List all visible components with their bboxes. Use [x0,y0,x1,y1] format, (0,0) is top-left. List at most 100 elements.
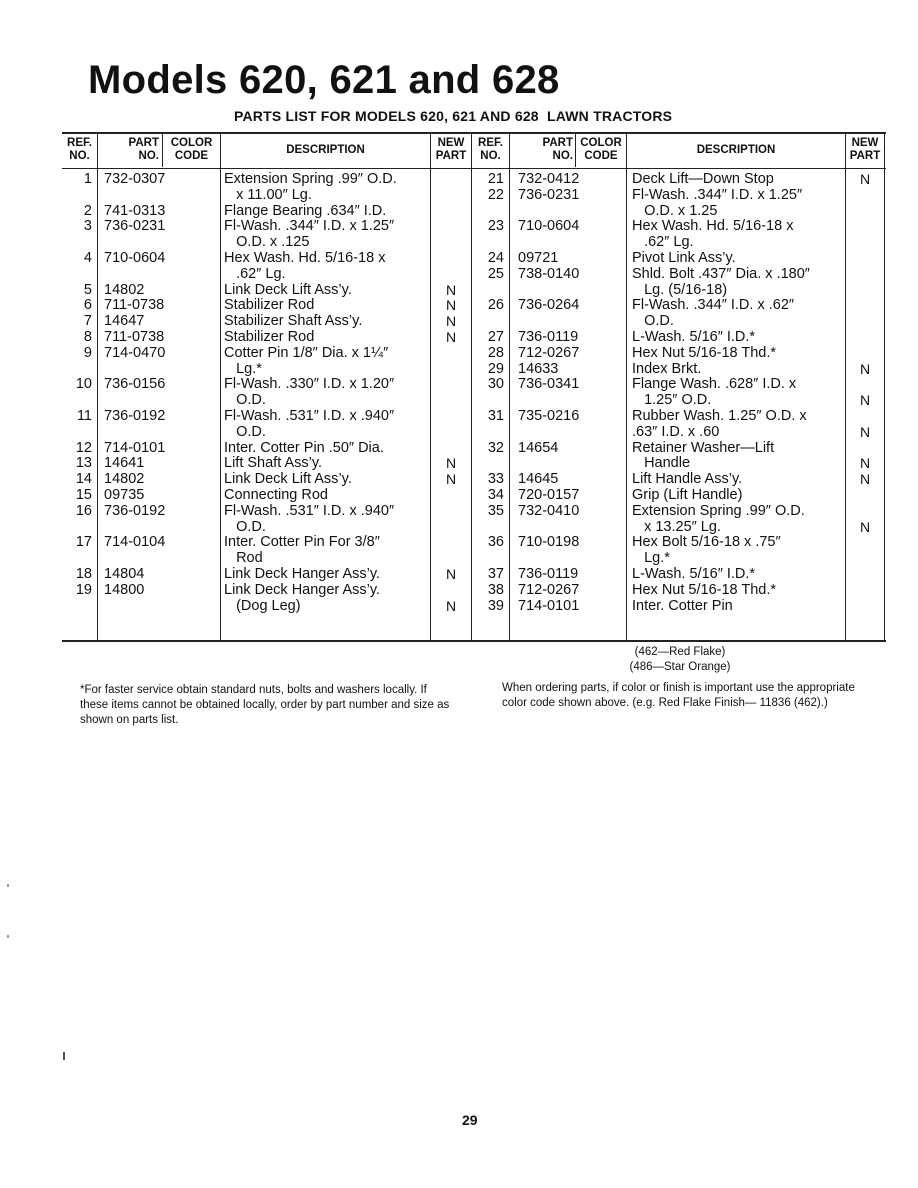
part-description: 1.25″ O.D. [632,392,712,409]
new-part-marker: N [445,313,457,330]
header-color-code: COLOR CODE [576,137,626,163]
part-number: 712-0267 [518,344,580,361]
ref-number: 31 [487,408,504,424]
header-description: DESCRIPTION [627,144,845,157]
part-number: 738-0140 [518,265,580,282]
part-description: x 11.00″ Lg. [224,186,312,203]
header-ref-no: REF. NO. [472,137,509,163]
part-description: Hex Nut 5/16-18 Thd.* [632,581,777,598]
ref-number: 8 [83,329,92,345]
parts-table: REF. NO. PART NO. COLOR CODE DESCRIPTION… [62,132,886,642]
part-description: Hex Wash. Hd. 5/16-18 x [224,250,386,266]
ref-number: 5 [83,281,92,298]
part-description: Link Deck Lift Ass’y. [224,471,352,488]
part-number: 736-0231 [518,186,580,203]
part-description: O.D. x 1.25 [632,202,718,219]
part-number: 736-0341 [518,376,580,393]
part-description: Lg.* [224,360,262,377]
part-description: Extension Spring .99″ O.D. [632,502,805,519]
new-part-marker: N [859,392,871,409]
ref-number: 39 [487,597,504,614]
header-new-part: NEW PART [846,137,884,163]
part-description: L-Wash. 5/16″ I.D.* [632,566,756,582]
ref-number: 26 [487,297,504,314]
ref-number: 14 [75,471,92,488]
part-description: .63″ I.D. x .60 [632,423,720,440]
ref-number: 37 [487,566,504,582]
part-description: Rod [224,550,263,567]
ref-number: 27 [487,329,504,345]
header-new-part: NEW PART [431,137,471,163]
color-code-486: (486—Star Orange) [629,661,731,673]
column-divider [430,134,431,640]
ref-number: 7 [83,313,92,330]
header-ref-line2: NO. [480,150,501,162]
part-number: 09735 [104,487,145,503]
part-description: Grip (Lift Handle) [632,487,743,503]
part-description: Deck Lift—Down Stop [632,171,774,187]
new-part-marker: N [859,423,871,440]
part-description: Rubber Wash. 1.25″ O.D. x [632,408,807,424]
part-number: 741-0313 [104,202,166,219]
header-part-line1: PART [542,137,573,149]
ref-number: 23 [487,218,504,235]
ref-number: 38 [487,581,504,598]
new-part-marker: N [445,566,457,582]
part-number: 732-0410 [518,502,580,519]
column-divider [509,134,510,640]
part-number: 736-0192 [104,502,166,519]
new-part-marker: N [859,171,871,187]
ordering-instructions: When ordering parts, if color or finish … [502,682,855,709]
header-description: DESCRIPTION [221,144,430,157]
part-description: Flange Wash. .628″ I.D. x [632,376,797,393]
part-number: 14647 [104,313,145,330]
part-number: 710-0198 [518,534,580,551]
ref-number: 13 [75,455,92,472]
part-description: Pivot Link Ass’y. [632,250,736,266]
ref-number: 35 [487,502,504,519]
header-description-text: DESCRIPTION [286,144,365,156]
ref-number: 25 [487,265,504,282]
part-description: Handle [632,455,691,472]
header-color-code: COLOR CODE [163,137,220,163]
column-divider [884,134,885,640]
part-description: Hex Bolt 5/16-18 x .75″ [632,534,781,551]
part-description: Fl-Wash. .330″ I.D. x 1.20″ [224,376,395,393]
part-description: Shld. Bolt .437″ Dia. x .180″ [632,265,810,282]
part-number: 720-0157 [518,487,580,503]
ref-number: 12 [75,439,92,456]
ref-number: 15 [75,487,92,503]
part-description: Fl-Wash. .344″ I.D. x 1.25″ [632,186,803,203]
part-number: 14654 [518,439,559,456]
header-new-line1: NEW [851,137,879,149]
header-part-line1: PART [128,137,159,149]
part-description: .62″ Lg. [224,265,286,282]
ref-number: 21 [487,171,504,187]
part-number: 732-0307 [104,171,166,187]
new-part-marker: N [859,455,871,472]
part-number: 14802 [104,471,145,488]
scan-artifact [63,1052,65,1060]
part-description: Lift Handle Ass’y. [632,471,743,488]
part-description: (Dog Leg) [224,597,301,614]
part-number: 714-0101 [518,597,580,614]
ref-number: 28 [487,344,504,361]
ref-number: 24 [487,250,504,266]
ref-number: 22 [487,186,504,203]
part-description: O.D. [224,518,266,535]
header-part-no: PART NO. [98,137,159,163]
part-description: Link Deck Hanger Ass’y. [224,566,381,582]
header-new-line2: PART [849,150,881,162]
part-number: 736-0192 [104,408,166,424]
part-number: 714-0101 [104,439,166,456]
part-description: O.D. [224,392,266,409]
part-number: 736-0156 [104,376,166,393]
part-description: Link Deck Hanger Ass’y. [224,581,381,598]
new-part-marker: N [445,329,457,345]
ref-number: 30 [487,376,504,393]
new-part-marker: N [445,471,457,488]
part-number: 736-0119 [518,329,579,345]
part-number: 710-0604 [518,218,580,235]
ref-number: 16 [75,502,92,519]
part-description: Lg.* [632,550,670,567]
